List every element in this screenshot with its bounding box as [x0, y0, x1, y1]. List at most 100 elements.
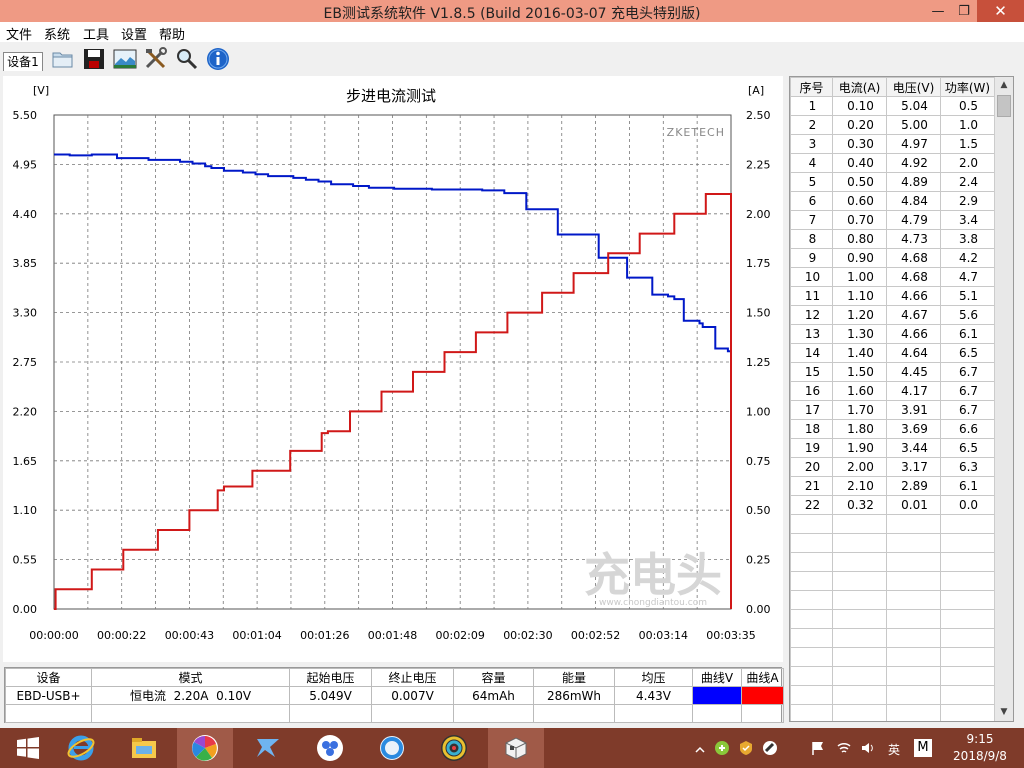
taskbar-feather[interactable]: [240, 728, 296, 768]
table-row[interactable]: 12 1.20 4.67 5.6: [790, 305, 995, 325]
right-axis-labels: 0.00 0.25 0.50 0.75 1.00 1.25 1.50 1.75 2.00 2.25…: [746, 109, 771, 616]
magnifier-icon[interactable]: [174, 46, 200, 72]
chart-image-icon[interactable]: [112, 46, 138, 72]
taskbar-eb-app[interactable]: [488, 728, 544, 768]
ime-mode[interactable]: M: [914, 739, 932, 757]
cell-index: 4: [790, 153, 833, 173]
summary-header: 起始电压: [289, 668, 372, 687]
taskbar-ie[interactable]: [53, 728, 109, 768]
start-button[interactable]: [0, 728, 56, 768]
table-row[interactable]: 16 1.60 4.17 6.7: [790, 381, 995, 401]
menu-system[interactable]: 系统: [44, 24, 70, 43]
summary-data-row[interactable]: EBD-USB+ 恒电流 2.20A 0.10V 5.049V 0.007V 6…: [5, 686, 784, 705]
table-row[interactable]: 3 0.30 4.97 1.5: [790, 134, 995, 154]
menu-settings[interactable]: 设置: [121, 24, 147, 43]
summary-cell-avg-voltage: 4.43V: [614, 686, 693, 705]
start-icon: [17, 737, 39, 759]
menu-help[interactable]: 帮助: [159, 24, 185, 43]
cell-empty: [790, 628, 833, 648]
close-button[interactable]: ✕: [977, 0, 1024, 22]
minimize-button[interactable]: —: [924, 0, 952, 22]
clock-date[interactable]: 2018/9/8: [950, 749, 1010, 763]
column-header-index[interactable]: 序号: [790, 77, 833, 97]
column-header-voltage[interactable]: 电压(V): [886, 77, 941, 97]
menu-tools[interactable]: 工具: [83, 24, 109, 43]
shield-tray-icon[interactable]: [738, 740, 754, 756]
wifi-icon[interactable]: [836, 740, 852, 756]
table-row[interactable]: 15 1.50 4.45 6.7: [790, 362, 995, 382]
table-row[interactable]: 21 2.10 2.89 6.1: [790, 476, 995, 496]
cell-empty: [790, 609, 833, 629]
scroll-down-arrow-icon[interactable]: ▼: [995, 704, 1013, 721]
save-icon[interactable]: [81, 46, 107, 72]
vertical-scrollbar[interactable]: ▲ ▼: [994, 77, 1013, 721]
pinwheel-icon: [192, 735, 218, 761]
flag-icon[interactable]: [810, 740, 826, 756]
taskbar-explorer[interactable]: [116, 728, 172, 768]
left-axis-tick-label: 1.65: [13, 455, 38, 468]
column-header-current[interactable]: 电流(A): [832, 77, 887, 97]
cell-empty: [940, 666, 995, 686]
scroll-up-arrow-icon[interactable]: ▲: [995, 77, 1013, 94]
taskbar-cloud[interactable]: [302, 728, 358, 768]
cell-index: 7: [790, 210, 833, 230]
summary-empty-cell: [533, 704, 615, 723]
cell-power: 3.4: [940, 210, 995, 230]
cell-current: 2.00: [832, 457, 887, 477]
table-row[interactable]: 22 0.32 0.01 0.0: [790, 495, 995, 515]
table-row[interactable]: 5 0.50 4.89 2.4: [790, 172, 995, 192]
table-row-empty: [790, 685, 995, 705]
right-axis-tick-label: 0.25: [746, 554, 771, 567]
taskbar-browser[interactable]: [364, 728, 420, 768]
chart-panel: 0.00 0.55 1.10 1.65 2.20 2.75 3.30 3.85 4.40 4.95…: [3, 76, 783, 662]
table-row[interactable]: 7 0.70 4.79 3.4: [790, 210, 995, 230]
table-row[interactable]: 13 1.30 4.66 6.1: [790, 324, 995, 344]
x-axis-tick-label: 00:03:14: [639, 629, 688, 642]
volume-icon[interactable]: [860, 740, 876, 756]
cell-current: 1.70: [832, 400, 887, 420]
table-row[interactable]: 6 0.60 4.84 2.9: [790, 191, 995, 211]
x-axis-tick-label: 00:03:35: [706, 629, 755, 642]
taskbar-pinwheel[interactable]: [177, 728, 233, 768]
taskbar-color-wheel[interactable]: [426, 728, 482, 768]
info-icon[interactable]: [205, 46, 231, 72]
clock-time[interactable]: 9:15: [962, 732, 998, 746]
app-tray-icon[interactable]: [762, 740, 778, 756]
cell-empty: [832, 514, 887, 534]
table-row[interactable]: 20 2.00 3.17 6.3: [790, 457, 995, 477]
table-row[interactable]: 17 1.70 3.91 6.7: [790, 400, 995, 420]
cell-power: 0.0: [940, 495, 995, 515]
cell-power: 6.1: [940, 324, 995, 344]
table-row[interactable]: 11 1.10 4.66 5.1: [790, 286, 995, 306]
security-tray-icon[interactable]: [714, 740, 730, 756]
tools-icon[interactable]: [143, 46, 169, 72]
curve-a-color-swatch[interactable]: [741, 686, 784, 705]
table-row[interactable]: 10 1.00 4.68 4.7: [790, 267, 995, 287]
zketech-watermark: ZKETECH: [667, 126, 725, 139]
device-tab[interactable]: 设备1: [3, 52, 43, 71]
input-language[interactable]: 英: [888, 741, 900, 757]
cell-current: 0.70: [832, 210, 887, 230]
left-axis-tick-label: 4.40: [13, 208, 38, 221]
menu-file[interactable]: 文件: [6, 24, 32, 43]
show-hidden-icons-icon[interactable]: [694, 742, 706, 758]
cell-index: 5: [790, 172, 833, 192]
table-row[interactable]: 8 0.80 4.73 3.8: [790, 229, 995, 249]
table-row[interactable]: 4 0.40 4.92 2.0: [790, 153, 995, 173]
summary-table: 设备 模式 起始电压 终止电压 容量 能量 均压 曲线V 曲线A EBD-USB…: [5, 668, 784, 723]
curve-v-color-swatch[interactable]: [692, 686, 742, 705]
table-row[interactable]: 18 1.80 3.69 6.6: [790, 419, 995, 439]
maximize-button[interactable]: ❐: [950, 0, 978, 22]
folder-icon[interactable]: [50, 46, 76, 72]
table-row[interactable]: 2 0.20 5.00 1.0: [790, 115, 995, 135]
cell-current: 1.20: [832, 305, 887, 325]
scroll-thumb[interactable]: [997, 95, 1011, 117]
cell-current: 0.50: [832, 172, 887, 192]
table-row[interactable]: 1 0.10 5.04 0.5: [790, 96, 995, 116]
table-row-empty: [790, 571, 995, 591]
cell-voltage: 5.04: [886, 96, 941, 116]
table-row[interactable]: 9 0.90 4.68 4.2: [790, 248, 995, 268]
table-row[interactable]: 14 1.40 4.64 6.5: [790, 343, 995, 363]
table-row[interactable]: 19 1.90 3.44 6.5: [790, 438, 995, 458]
column-header-power[interactable]: 功率(W): [940, 77, 995, 97]
